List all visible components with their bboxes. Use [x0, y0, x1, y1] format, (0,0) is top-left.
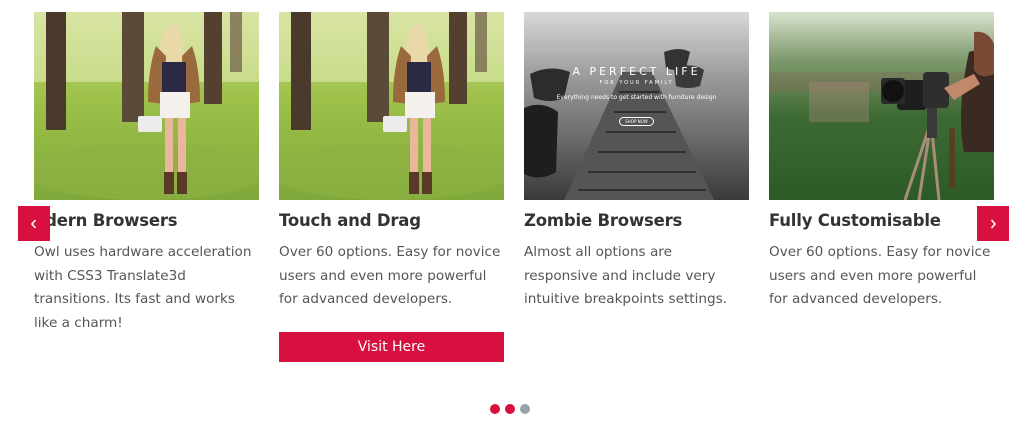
shop-now-button: SHOP NOW [619, 117, 654, 126]
visit-here-button[interactable]: Visit Here [279, 332, 504, 362]
pagination-dot[interactable] [490, 404, 500, 414]
woman-in-park-photo [34, 12, 259, 200]
pagination-dot[interactable] [505, 404, 515, 414]
card-title: Touch and Drag [279, 211, 421, 230]
photographer-camera-photo [769, 12, 994, 200]
carousel-item: odern Browsers Owl uses hardware acceler… [34, 12, 259, 335]
card-description: Owl uses hardware acceleration with CSS3… [34, 244, 252, 331]
card-title: odern Browsers [34, 211, 178, 230]
lake-pier-photo: A PERFECT LIFE FOR YOUR FAMILY Everythin… [524, 12, 749, 200]
chevron-left-icon [30, 218, 37, 229]
woman-in-park-photo [279, 12, 504, 200]
card-description: Over 60 options. Easy for novice users a… [769, 244, 991, 307]
chevron-right-icon [990, 218, 997, 229]
banner-tagline: Everything needs to get started with fur… [556, 94, 717, 101]
card-description: Almost all options are responsive and in… [524, 244, 728, 307]
pagination-dot[interactable] [520, 404, 530, 414]
card-title: Fully Customisable [769, 211, 941, 230]
carousel-item: Touch and Drag Over 60 options. Easy for… [279, 12, 504, 362]
carousel-prev-button[interactable] [18, 206, 50, 241]
carousel-item: Fully Customisable Over 60 options. Easy… [769, 12, 994, 312]
carousel-next-button[interactable] [977, 206, 1009, 241]
banner-subheadline: FOR YOUR FAMILY [599, 80, 674, 86]
card-title: Zombie Browsers [524, 211, 683, 230]
carousel-item: A PERFECT LIFE FOR YOUR FAMILY Everythin… [524, 12, 749, 312]
card-description: Over 60 options. Easy for novice users a… [279, 244, 501, 307]
banner-headline: A PERFECT LIFE [572, 65, 701, 78]
